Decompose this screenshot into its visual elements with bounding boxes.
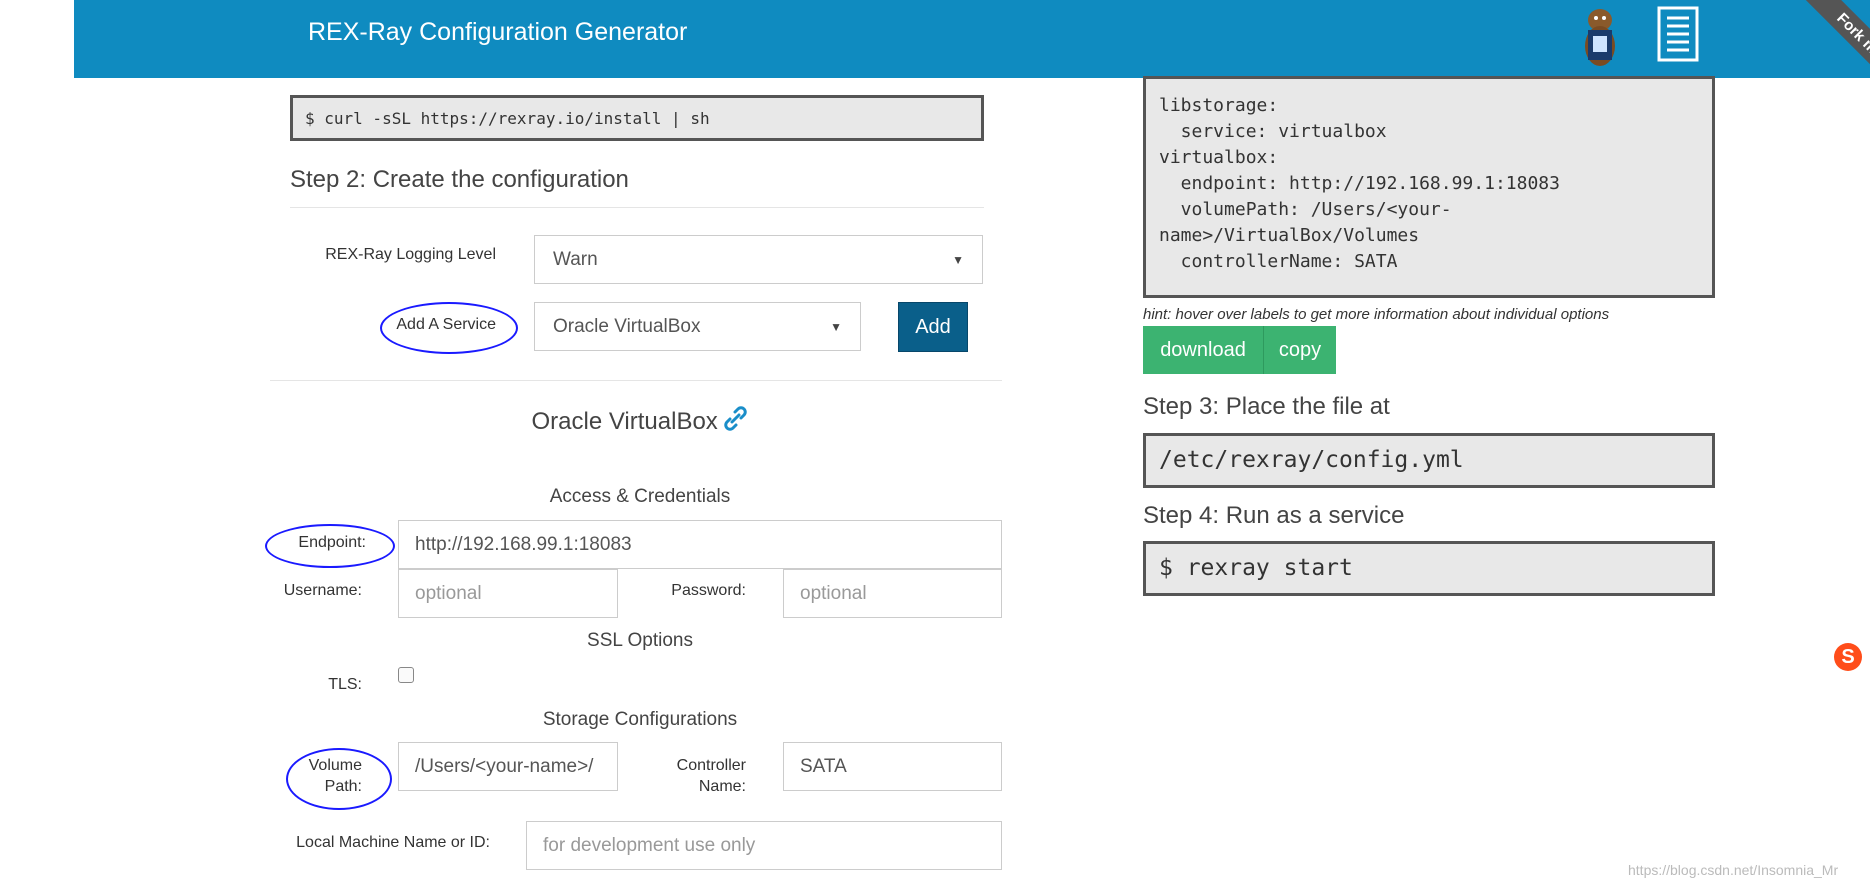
add-service-label: Add A Service	[396, 316, 496, 333]
copy-button[interactable]: copy	[1263, 326, 1336, 374]
rexray-mascot-icon[interactable]	[1575, 6, 1625, 70]
fork-ribbon[interactable]: Fork me	[1790, 0, 1870, 110]
hint-text: hint: hover over labels to get more info…	[1143, 306, 1610, 323]
config-path: /etc/rexray/config.yml	[1143, 433, 1715, 488]
local-machine-label: Local Machine Name or ID:	[296, 834, 490, 851]
config-output: libstorage: service: virtualbox virtualb…	[1143, 76, 1715, 298]
local-machine-input[interactable]: for development use only	[526, 821, 1002, 870]
run-command: $ rexray start	[1143, 541, 1715, 596]
tls-checkbox[interactable]	[398, 667, 414, 683]
tls-label: TLS:	[328, 676, 362, 693]
install-command: $ curl -sSL https://rexray.io/install | …	[290, 95, 984, 141]
endpoint-input[interactable]: http://192.168.99.1:18083	[398, 520, 1002, 569]
controller-name-input[interactable]: SATA	[783, 742, 1002, 791]
chevron-down-icon: ▼	[952, 252, 964, 267]
password-label: Password:	[671, 582, 746, 599]
step3-heading: Step 3: Place the file at	[1143, 393, 1390, 420]
step2-heading: Step 2: Create the configuration	[290, 166, 629, 193]
username-input[interactable]: optional	[398, 569, 618, 618]
password-input[interactable]: optional	[783, 569, 1002, 618]
storage-config-heading: Storage Configurations	[542, 709, 738, 730]
link-icon[interactable]	[724, 406, 748, 432]
ssl-options-heading: SSL Options	[587, 630, 693, 651]
sogou-ime-icon[interactable]: S	[1834, 643, 1862, 671]
add-service-button[interactable]: Add	[898, 302, 968, 352]
volume-path-label: Volume Path:	[308, 757, 362, 795]
chevron-down-icon: ▼	[830, 319, 842, 334]
step4-heading: Step 4: Run as a service	[1143, 502, 1405, 529]
documentation-icon[interactable]	[1655, 6, 1701, 62]
divider	[290, 207, 984, 208]
service-select[interactable]: Oracle VirtualBox ▼	[534, 302, 861, 351]
endpoint-label: Endpoint:	[298, 534, 366, 551]
service-title: Oracle VirtualBox	[440, 406, 840, 436]
divider	[270, 380, 1002, 381]
app-title[interactable]: REX-Ray Configuration Generator	[308, 18, 687, 47]
access-credentials-heading: Access & Credentials	[549, 486, 731, 507]
download-button[interactable]: download	[1143, 326, 1263, 374]
logging-level-select[interactable]: Warn ▼	[534, 235, 983, 284]
logging-level-label: REX-Ray Logging Level	[325, 246, 496, 263]
volume-path-input[interactable]: /Users/<your-name>/	[398, 742, 618, 791]
username-label: Username:	[283, 582, 362, 599]
controller-name-label: Controller Name:	[676, 757, 746, 795]
watermark: https://blog.csdn.net/Insomnia_Mr	[1628, 862, 1839, 878]
